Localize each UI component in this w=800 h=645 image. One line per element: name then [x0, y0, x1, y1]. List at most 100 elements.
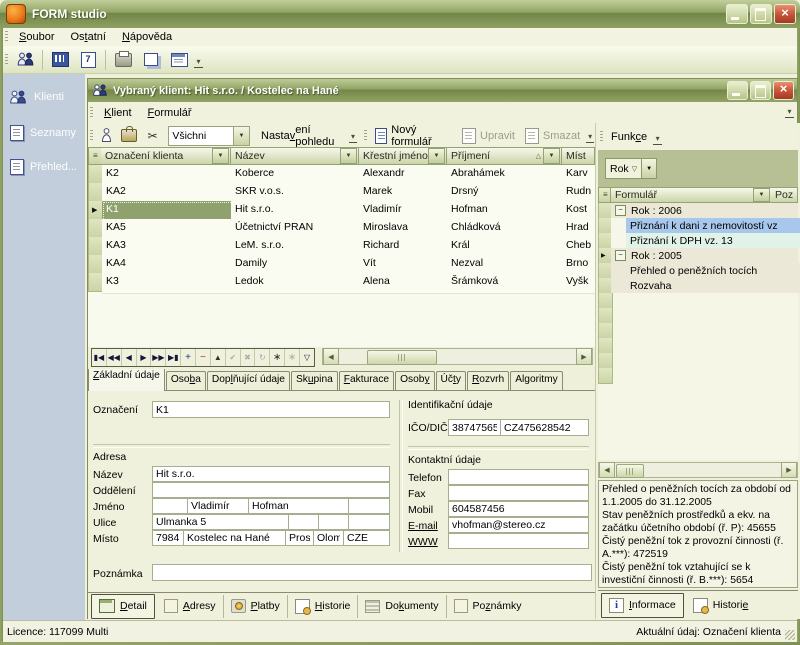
calculator-button[interactable]	[46, 47, 74, 73]
chevron-down-icon[interactable]: ▼	[642, 158, 657, 179]
grid-cell[interactable]: Šrámková	[447, 273, 567, 294]
tab-algoritmy[interactable]: Algoritmy	[510, 371, 562, 391]
group-chip-rok[interactable]: Rok▽ ▼	[605, 158, 657, 179]
nav-prior-button[interactable]: ◀	[122, 349, 137, 366]
stat-input[interactable]	[343, 530, 390, 546]
toolbar-options-chevron[interactable]	[193, 55, 204, 73]
nav-insert-button[interactable]: +	[181, 349, 196, 366]
client-person-button[interactable]	[96, 123, 118, 149]
client-minimize-button[interactable]	[727, 81, 748, 100]
menu-napoveda[interactable]: Nápověda	[114, 29, 180, 45]
tree-item[interactable]: Přehled o peněžních tocích	[611, 263, 800, 278]
nav-delete-button[interactable]: −	[196, 349, 211, 366]
www-input[interactable]	[448, 533, 589, 549]
delete-form-button[interactable]: Smazat	[520, 124, 585, 147]
psc-input[interactable]	[152, 530, 184, 546]
tab-rozvrh[interactable]: Rozvrh	[467, 371, 509, 391]
column-header-nazev[interactable]: Název	[231, 147, 359, 165]
minimize-button[interactable]	[726, 4, 748, 24]
jmeno-titul-input[interactable]	[152, 498, 188, 514]
ulice-input[interactable]	[152, 514, 289, 530]
tab-informace[interactable]: iInformace	[601, 593, 684, 618]
tab-platby[interactable]: Platby	[224, 595, 288, 618]
scroll-right-icon[interactable]: ▶	[576, 348, 592, 365]
list-button[interactable]	[165, 47, 193, 73]
nav-prior-page-button[interactable]: ◀◀	[107, 349, 122, 366]
menu-ostatni[interactable]: Ostatní	[62, 29, 113, 45]
toolbar-grip[interactable]	[5, 31, 8, 43]
nav-filter-button[interactable]: ▽	[300, 349, 314, 366]
toolbar-grip[interactable]	[364, 130, 367, 142]
sidebar-item-klienti[interactable]: Klienti	[3, 86, 85, 108]
column-header-prijmeni[interactable]: Příjmení△	[447, 147, 562, 165]
tab-adresy[interactable]: Adresy	[157, 595, 224, 618]
ico-input[interactable]	[448, 419, 501, 436]
client-lock-button[interactable]	[117, 123, 140, 149]
sidebar-item-prehled[interactable]: Přehled...	[3, 156, 85, 178]
nav-search-button[interactable]: ∗	[270, 349, 285, 366]
tab-osoby[interactable]: Osoby	[395, 371, 434, 391]
ulice-cislo-input[interactable]	[288, 514, 319, 530]
tab-skupina[interactable]: Skupina	[291, 371, 338, 391]
calendar-button[interactable]: 7	[74, 47, 102, 73]
client-close-button[interactable]: ×	[773, 81, 794, 100]
tree-group-2005[interactable]: Rok : 2005	[611, 248, 798, 263]
ulice-extra-input[interactable]	[348, 514, 390, 530]
funkce-button[interactable]: Funkce	[606, 125, 652, 148]
toolbar-grip[interactable]	[5, 54, 8, 66]
column-dropdown-icon[interactable]	[753, 188, 770, 202]
tree-item-selected[interactable]: Přiznání k dani z nemovitostí vz	[626, 218, 800, 233]
forms-grid-corner[interactable]: ≡	[598, 187, 611, 203]
tab-doplnujici-udaje[interactable]: Doplňující údaje	[207, 371, 290, 391]
grid-cell[interactable]: Alena	[359, 273, 452, 294]
column-header-oznaceni[interactable]: Označení klienta	[101, 147, 231, 165]
ulice-cislo2-input[interactable]	[318, 514, 349, 530]
kraj-input[interactable]	[313, 530, 344, 546]
email-link-label[interactable]: E-mail	[408, 520, 438, 532]
menu-formular[interactable]: Formulář	[140, 105, 200, 121]
scrollbar-thumb[interactable]	[367, 350, 437, 365]
nav-edit-button[interactable]: ▲	[211, 349, 226, 366]
grid-horizontal-scrollbar[interactable]: ◀ ▶	[322, 348, 593, 365]
toolbar-options-chevron[interactable]	[348, 130, 358, 148]
collapse-icon[interactable]	[615, 205, 626, 216]
grid-cell[interactable]: K3	[102, 273, 236, 294]
tree-item[interactable]: Přiznání k DPH vz. 13	[626, 233, 800, 248]
nav-refresh-button[interactable]: ↻	[255, 349, 270, 366]
toolbar-options-chevron[interactable]	[652, 132, 663, 150]
tab-osoba[interactable]: Osoba	[166, 371, 206, 391]
toolbar-grip[interactable]	[90, 107, 93, 119]
scroll-left-icon[interactable]: ◀	[323, 348, 339, 365]
scroll-left-icon[interactable]: ◀	[599, 462, 615, 478]
nav-cancel-button[interactable]: ✖	[241, 349, 256, 366]
nav-last-button[interactable]: ▶▮	[166, 349, 181, 366]
email-input[interactable]	[448, 517, 589, 533]
maximize-button[interactable]	[750, 4, 772, 24]
chevron-down-icon[interactable]	[233, 127, 249, 145]
tab-detail[interactable]: Detail	[91, 594, 155, 619]
title-bar[interactable]: FORM studio ×	[0, 0, 800, 28]
client-maximize-button[interactable]	[750, 81, 771, 100]
oddeleni-input[interactable]	[152, 482, 390, 498]
forms-horizontal-scrollbar[interactable]: ◀ ▶	[598, 462, 798, 478]
tab-zakladni-udaje[interactable]: Základní údaje	[88, 369, 165, 391]
scroll-right-icon[interactable]: ▶	[781, 462, 797, 478]
column-dropdown-icon[interactable]	[212, 148, 229, 164]
tab-info-historie[interactable]: Historie	[686, 594, 756, 617]
mesto-input[interactable]	[183, 530, 286, 546]
poznamka-input[interactable]	[152, 564, 592, 581]
print-button[interactable]	[109, 47, 137, 73]
www-link-label[interactable]: WWW	[408, 536, 438, 548]
resize-grip[interactable]	[785, 630, 795, 640]
grid-corner-button[interactable]: ≡	[88, 147, 102, 165]
telefon-input[interactable]	[448, 469, 589, 485]
collapse-icon[interactable]	[615, 250, 626, 261]
column-dropdown-icon[interactable]	[428, 148, 445, 164]
nav-first-button[interactable]: ▮◀	[92, 349, 107, 366]
grid-cell[interactable]: Ledok	[231, 273, 364, 294]
dic-input[interactable]	[500, 419, 589, 436]
fax-input[interactable]	[448, 485, 589, 501]
tab-dokumenty[interactable]: Dokumenty	[358, 595, 446, 618]
clients-button[interactable]	[11, 47, 39, 73]
copy-button[interactable]	[137, 47, 165, 73]
